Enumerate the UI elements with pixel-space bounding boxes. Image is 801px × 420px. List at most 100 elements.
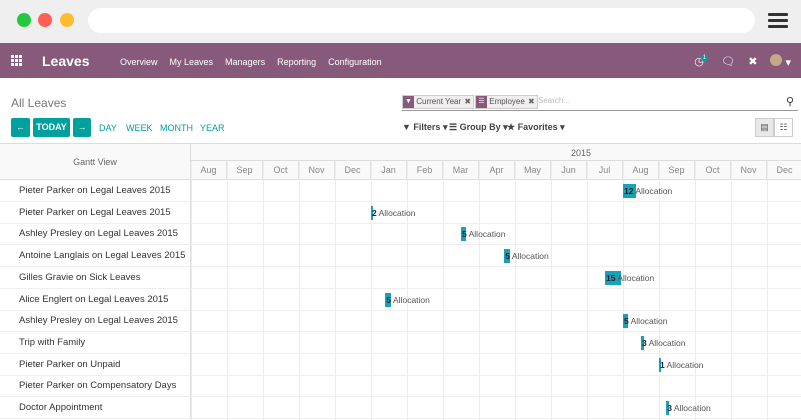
gantt-bar-label: 5 Allocation — [624, 316, 668, 327]
tools-icon[interactable]: ✖ — [748, 55, 757, 68]
scale-month-button[interactable]: MONTH — [160, 123, 193, 133]
gantt-bar-label: 3 Allocation — [667, 403, 711, 413]
gantt-row-label[interactable]: Alice Englert on Legal Leaves 2015 — [0, 288, 191, 311]
month-header: Jan — [370, 161, 406, 180]
gantt-row[interactable] — [191, 375, 801, 398]
gantt-row-label[interactable]: Pieter Parker on Unpaid — [0, 353, 191, 376]
gantt-bar-label: 3 Allocation — [642, 337, 686, 348]
filters-dropdown[interactable]: ▼ Filters ▾ — [402, 122, 447, 133]
facet-label: Current Year — [416, 97, 462, 106]
month-header: May — [514, 161, 550, 180]
search-icon[interactable]: ⚲ — [786, 95, 794, 108]
facet-current-year[interactable]: ▼ Current Year ✖ — [402, 95, 475, 109]
hamburger-menu-icon[interactable] — [768, 13, 788, 29]
facet-employee[interactable]: ☰ Employee ✖ — [475, 95, 538, 109]
group-by-label: Group By — [459, 122, 501, 132]
menu-item-managers[interactable]: Managers — [225, 57, 265, 67]
month-header: Oct — [694, 161, 730, 180]
gantt-left-header: Gantt View — [0, 144, 191, 180]
window-maximize-button[interactable] — [17, 13, 31, 27]
remove-facet-icon[interactable]: ✖ — [464, 97, 471, 106]
gantt-bar-label: 15 Allocation — [606, 272, 655, 283]
search-input[interactable]: Search... — [538, 96, 570, 105]
window-minimize-button[interactable] — [60, 13, 74, 27]
scale-day-button[interactable]: DAY — [99, 123, 117, 133]
calendar-view-switch-icon[interactable]: ☷ — [774, 118, 793, 137]
favorites-label: Favorites — [517, 122, 558, 132]
gantt-bar-label: 12 Allocation — [624, 186, 673, 196]
month-header: Jul — [586, 161, 622, 180]
gantt-row[interactable] — [191, 180, 801, 202]
gantt-row-label[interactable]: Pieter Parker on Compensatory Days — [0, 375, 191, 398]
scale-week-button[interactable]: WEEK — [126, 123, 153, 133]
month-header: Dec — [766, 161, 801, 180]
list-view-switch-icon[interactable]: ▤ — [755, 118, 774, 137]
systray: ◷1 🗨 ✖ ▾ — [694, 54, 791, 69]
gantt-row[interactable] — [191, 354, 801, 376]
gantt-row[interactable] — [191, 202, 801, 224]
chat-bubbles-icon[interactable]: 🗨 — [721, 55, 735, 68]
facet-label: Employee — [489, 97, 525, 106]
gantt-row-label[interactable]: Trip with Family — [0, 331, 191, 354]
gantt-row[interactable] — [191, 332, 801, 354]
activity-badge: 1 — [700, 55, 709, 61]
favorites-dropdown[interactable]: ★ Favorites ▾ — [507, 122, 565, 133]
arrow-right-icon: → — [77, 122, 87, 132]
month-header: Sep — [658, 161, 694, 180]
menu-item-overview[interactable]: Overview — [120, 57, 158, 67]
user-menu[interactable]: ▾ — [770, 54, 791, 69]
scale-year-button[interactable]: YEAR — [200, 123, 225, 133]
address-bar[interactable] — [88, 8, 755, 33]
gantt-bar-label: 1 Allocation — [660, 359, 704, 370]
group-by-dropdown[interactable]: ☰ Group By ▾ — [449, 122, 508, 133]
year-label: 2015 — [571, 148, 592, 158]
apps-grid-icon[interactable] — [11, 55, 23, 67]
month-header: Aug — [622, 161, 658, 180]
month-header: Jun — [550, 161, 586, 180]
filter-icon: ▼ — [403, 96, 414, 108]
month-header: Feb — [406, 161, 442, 180]
list-icon: ☰ — [476, 96, 487, 108]
gantt-row[interactable] — [191, 310, 801, 333]
month-header: Sep — [226, 161, 262, 180]
gantt-view: Gantt View 2015 Aug Sep Oct Nov Dec Jan Feb Mar… — [0, 144, 801, 420]
menu-item-my-leaves[interactable]: My Leaves — [170, 57, 214, 67]
gantt-bar-label: 5 Allocation — [505, 251, 549, 262]
gantt-row-label[interactable]: Doctor Appointment — [0, 397, 191, 419]
caret-down-icon: ▾ — [785, 57, 791, 69]
month-header: Apr — [478, 161, 514, 180]
gantt-bar-label: 5 Allocation — [462, 229, 506, 240]
month-header: Aug — [190, 161, 226, 180]
window-close-button[interactable] — [38, 13, 52, 27]
remove-facet-icon[interactable]: ✖ — [528, 97, 535, 106]
gantt-row-label[interactable]: Ashley Presley on Legal Leaves 2015 — [0, 223, 191, 246]
activity-clock-icon[interactable]: ◷1 — [694, 55, 709, 68]
gantt-bar-label: 5 Allocation — [386, 294, 430, 305]
top-navbar: Leaves Overview My Leaves Managers Repor… — [0, 43, 801, 78]
month-header: Mar — [442, 161, 478, 180]
menu-item-configuration[interactable]: Configuration — [328, 57, 382, 67]
next-button[interactable]: → — [73, 118, 91, 137]
month-header: Oct — [262, 161, 298, 180]
gantt-row[interactable] — [191, 267, 801, 289]
gantt-row-label[interactable]: Pieter Parker on Legal Leaves 2015 — [0, 180, 191, 202]
main-menu: Overview My Leaves Managers Reporting Co… — [120, 57, 382, 67]
browser-chrome — [0, 0, 801, 43]
month-header: Dec — [334, 161, 370, 180]
gantt-row-label[interactable]: Antoine Langlais on Legal Leaves 2015 — [0, 245, 191, 268]
gantt-row[interactable] — [191, 289, 801, 311]
search-bar[interactable]: ▼ Current Year ✖ ☰ Employee ✖ Search... … — [402, 94, 798, 111]
previous-button[interactable]: ← — [11, 118, 30, 137]
app-brand[interactable]: Leaves — [42, 53, 89, 69]
gantt-row-label[interactable]: Pieter Parker on Legal Leaves 2015 — [0, 201, 191, 224]
menu-item-reporting[interactable]: Reporting — [277, 57, 316, 67]
arrow-left-icon: ← — [16, 122, 25, 132]
gantt-row-label[interactable]: Ashley Presley on Legal Leaves 2015 — [0, 310, 191, 333]
gantt-view-title: Gantt View — [73, 157, 117, 167]
gantt-row[interactable] — [191, 245, 801, 268]
today-button[interactable]: TODAY — [33, 118, 70, 137]
avatar — [770, 54, 783, 66]
month-header: Nov — [730, 161, 766, 180]
control-panel: All Leaves ← TODAY → DAY WEEK MONTH YEAR… — [0, 78, 801, 144]
gantt-row-label[interactable]: Gilles Gravie on Sick Leaves — [0, 266, 191, 289]
